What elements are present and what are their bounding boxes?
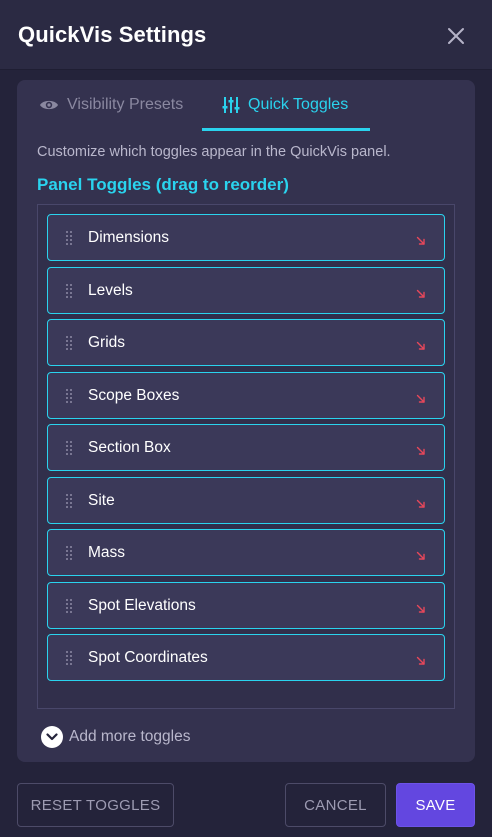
drag-handle-icon[interactable] [65,493,73,509]
drag-handle-icon[interactable] [65,440,73,456]
toggle-item-scope-boxes[interactable]: Scope Boxes [47,372,445,419]
toggle-item-label: Spot Coordinates [88,649,208,666]
panel-description: Customize which toggles appear in the Qu… [37,144,391,160]
drag-handle-icon[interactable] [65,283,73,299]
cancel-button[interactable]: CANCEL [285,783,386,827]
toggle-item-label: Dimensions [88,229,169,246]
arrow-down-right-icon[interactable] [416,286,426,298]
arrow-down-right-icon[interactable] [416,496,426,508]
drag-handle-icon[interactable] [65,598,73,614]
toggle-list: Dimensions Levels Grids Scope Boxes Sect… [37,204,455,709]
toggle-item-label: Scope Boxes [88,387,180,404]
save-button[interactable]: SAVE [396,783,475,827]
toggle-item-spot-coordinates[interactable]: Spot Coordinates [47,634,445,681]
dialog-header: QuickVis Settings [0,0,492,70]
arrow-down-right-icon[interactable] [416,653,426,665]
arrow-down-right-icon[interactable] [416,443,426,455]
eye-icon [39,98,59,112]
add-more-toggles-button[interactable]: Add more toggles [41,726,191,748]
reset-toggles-button[interactable]: RESET TOGGLES [17,783,174,827]
section-heading: Panel Toggles (drag to reorder) [37,175,289,194]
arrow-down-right-icon[interactable] [416,548,426,560]
tab-label: Visibility Presets [67,96,184,113]
arrow-down-right-icon[interactable] [416,338,426,350]
toggle-item-label: Grids [88,334,126,351]
active-tab-indicator [202,128,370,131]
arrow-down-right-icon[interactable] [416,391,426,403]
toggle-item-label: Spot Elevations [88,597,196,614]
arrow-down-right-icon[interactable] [416,233,426,245]
toggle-item-levels[interactable]: Levels [47,267,445,314]
close-icon[interactable] [446,26,466,46]
chevron-down-circle-icon [41,726,63,748]
settings-card: Visibility Presets Quick Toggles Customi… [17,80,475,762]
drag-handle-icon[interactable] [65,335,73,351]
toggle-item-section-box[interactable]: Section Box [47,424,445,471]
toggle-item-mass[interactable]: Mass [47,529,445,576]
toggle-item-spot-elevations[interactable]: Spot Elevations [47,582,445,629]
sliders-icon [222,96,240,114]
dialog-footer: RESET TOGGLES CANCEL SAVE [0,763,492,837]
toggle-item-label: Section Box [88,439,171,456]
quickvis-settings-dialog: QuickVis Settings Visibility Presets Qui… [0,0,492,837]
toggle-item-site[interactable]: Site [47,477,445,524]
toggle-item-label: Mass [88,544,126,561]
toggle-item-label: Site [88,492,115,509]
dialog-title: QuickVis Settings [18,22,207,47]
toggle-item-dimensions[interactable]: Dimensions [47,214,445,261]
tab-label: Quick Toggles [248,96,349,113]
drag-handle-icon[interactable] [65,230,73,246]
drag-handle-icon[interactable] [65,388,73,404]
drag-handle-icon[interactable] [65,650,73,666]
toggle-item-label: Levels [88,282,133,299]
arrow-down-right-icon[interactable] [416,601,426,613]
add-more-label: Add more toggles [69,728,191,745]
toggle-item-grids[interactable]: Grids [47,319,445,366]
tab-quick-toggles[interactable]: Quick Toggles [222,80,348,130]
drag-handle-icon[interactable] [65,545,73,561]
tab-visibility-presets[interactable]: Visibility Presets [39,80,183,130]
